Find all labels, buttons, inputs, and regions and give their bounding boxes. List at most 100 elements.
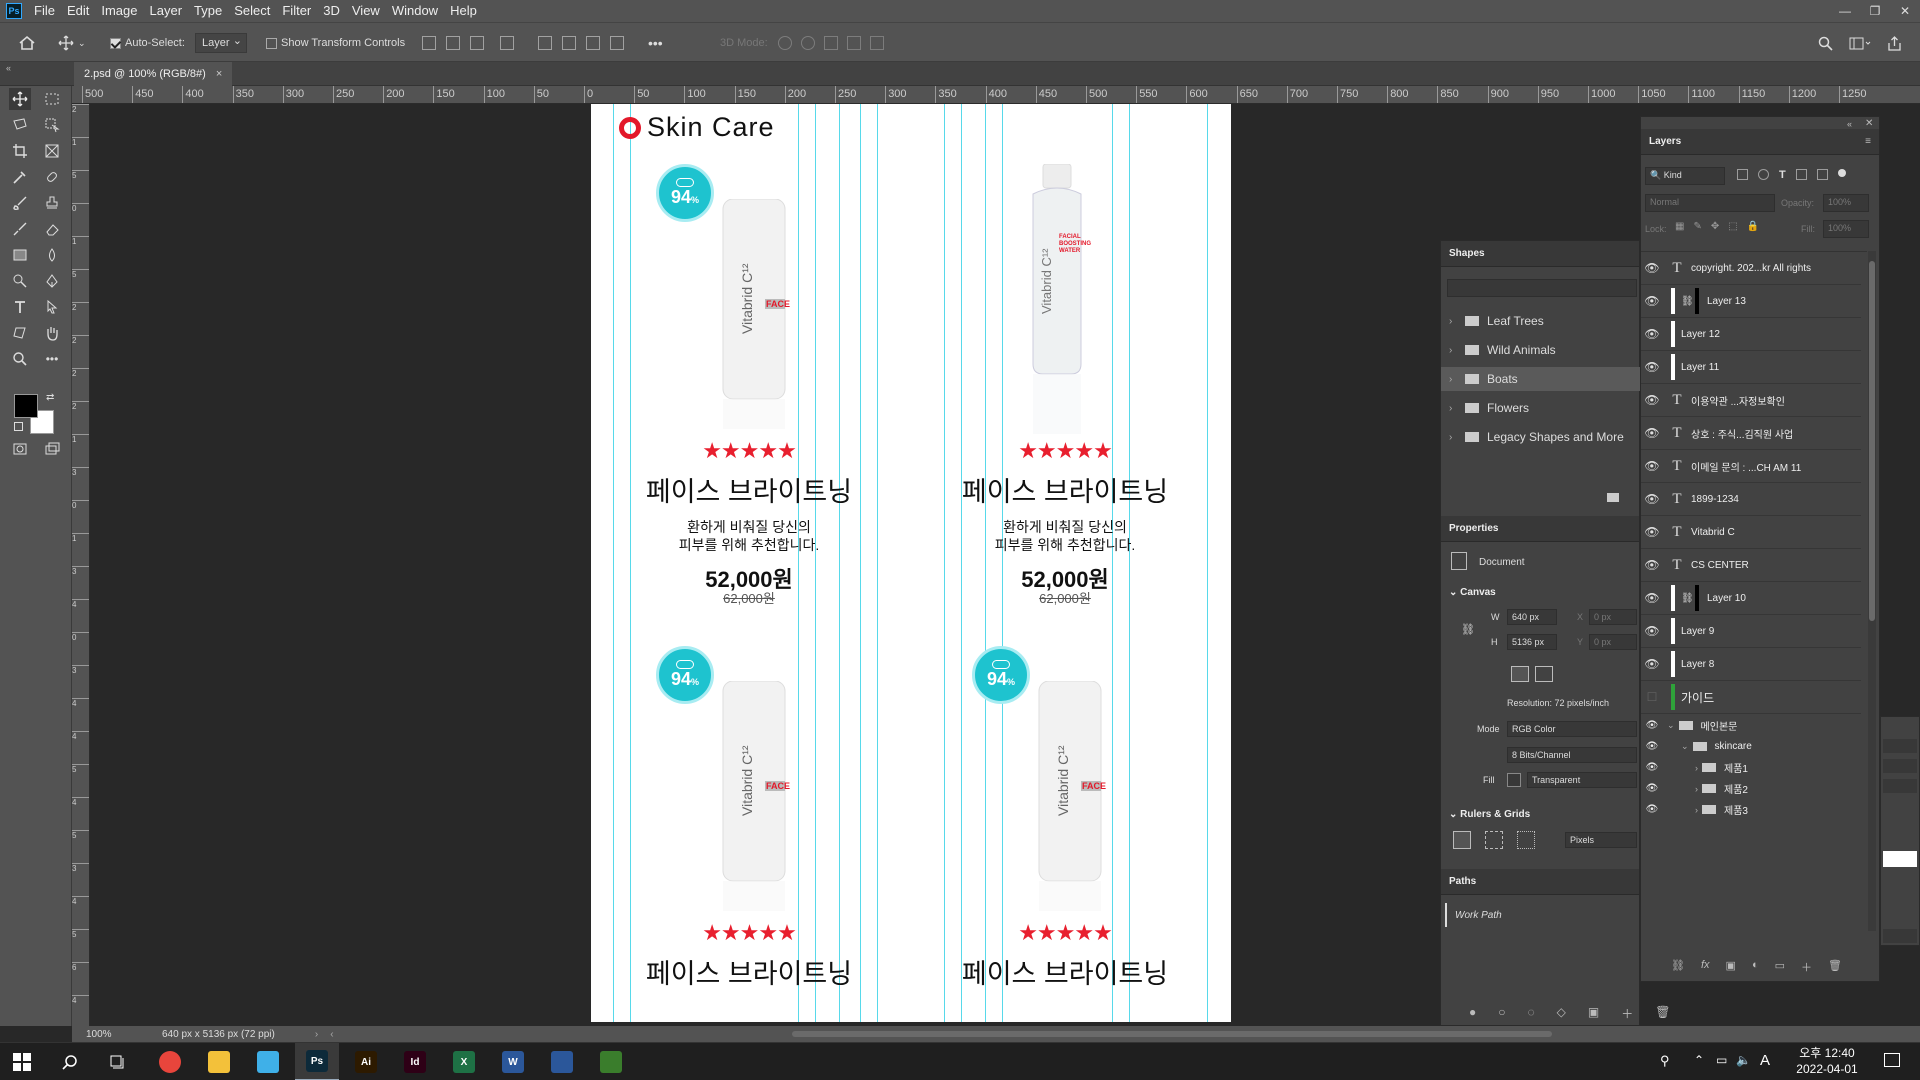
filter-adjustment-icon[interactable] [1758,169,1769,180]
clone-stamp-tool-icon[interactable] [41,192,63,214]
canvas-section-title[interactable]: ⌄ Canvas [1449,587,1496,598]
tray-overflow-icon[interactable]: ⌃ [1694,1053,1704,1067]
default-colors-icon[interactable] [14,422,23,431]
layer-row[interactable]: 👁 T 상호 : 주식...김직원 사업 [1641,417,1861,450]
visibility-eye-icon[interactable]: 👁 [1641,720,1663,731]
distribute-h-icon[interactable] [500,36,514,50]
taskbar-app-notepad-icon[interactable] [540,1043,584,1080]
dodge-tool-icon[interactable] [9,270,31,292]
make-path-icon[interactable]: ◇ [1557,1005,1566,1022]
work-path-row[interactable]: Work Path [1445,901,1639,929]
layers-scrollbar-thumb[interactable] [1869,261,1875,621]
more-options-icon[interactable]: ••• [648,35,663,51]
shapes-folder-legacy[interactable]: › Legacy Shapes and More [1441,425,1641,449]
windows-start-icon[interactable] [0,1043,44,1080]
menu-type[interactable]: Type [188,0,228,22]
grid-toggle-icon[interactable] [1485,831,1503,849]
menu-file[interactable]: File [28,0,61,22]
group-expand-icon[interactable]: ⌄ [1681,741,1689,752]
group-row[interactable]: 👁 › 제품3 [1641,799,1861,820]
menu-edit[interactable]: Edit [61,0,95,22]
workspace-icon[interactable] [1849,36,1871,51]
taskbar-app-excel-icon[interactable]: X [442,1043,486,1080]
document-tab[interactable]: 2.psd @ 100% (RGB/8#) × [74,62,233,86]
fill-dropdown[interactable]: Transparent [1527,772,1637,788]
eraser-tool-icon[interactable] [41,218,63,240]
visibility-eye-icon[interactable]: 👁 [1641,783,1663,794]
visibility-eye-icon[interactable]: ☐ [1641,690,1663,704]
3d-roll-icon[interactable] [801,36,815,50]
vertical-ruler[interactable]: 2 1 5 0 1 5 2 2 2 2 1 3 0 1 3 4 0 3 4 4 5 4 5 3 4 5 6 4 [72,104,90,1026]
layer-filter-kind-dropdown[interactable]: 🔍 Kind [1645,167,1725,185]
layer-row[interactable]: 👁 T Vitabrid C [1641,516,1861,549]
people-icon[interactable]: ⚲ [1660,1053,1670,1069]
group-row[interactable]: 👁 ⌄ 메인본문 [1641,715,1861,736]
document-info[interactable]: 640 px x 5136 px (72 ppi) [162,1029,275,1040]
3d-pan-icon[interactable] [824,36,838,50]
group-row[interactable]: 👁 ⌄ skincare [1641,736,1861,757]
filter-shape-icon[interactable] [1795,169,1807,180]
ps-logo[interactable]: Ps [6,3,22,19]
canvas-width-field[interactable]: 640 px [1507,609,1557,625]
path-selection-tool-icon[interactable] [41,296,63,318]
layer-row[interactable]: 👁 Layer 8 [1641,648,1861,681]
menu-select[interactable]: Select [228,0,276,22]
taskbar-app-word-icon[interactable]: W [491,1043,535,1080]
lasso-tool-icon[interactable] [9,114,31,136]
shapes-folder-leaf-trees[interactable]: › Leaf Trees [1441,309,1641,333]
visibility-eye-icon[interactable]: 👁 [1641,492,1663,506]
filter-smart-object-icon[interactable] [1816,169,1828,180]
visibility-eye-icon[interactable]: 👁 [1641,360,1663,374]
visibility-eye-icon[interactable]: 👁 [1641,294,1663,308]
visibility-eye-icon[interactable]: 👁 [1641,558,1663,572]
align-left-icon[interactable] [422,36,436,50]
taskbar-app-photoshop-icon[interactable]: Ps [295,1043,339,1080]
shapes-folder-flowers[interactable]: › Flowers [1441,396,1641,420]
group-expand-icon[interactable]: › [1695,763,1698,773]
close-icon[interactable]: ✕ [1890,0,1920,22]
gradient-tool-icon[interactable] [9,244,31,266]
clock[interactable]: 오후 12:40 2022-04-01 [1782,1045,1872,1077]
restore-icon[interactable]: ❐ [1860,0,1890,22]
menu-window[interactable]: Window [386,0,444,22]
align-center-h-icon[interactable] [446,36,460,50]
link-dimensions-icon[interactable]: ⛓ [1461,623,1475,636]
fill-swatch[interactable] [1507,773,1521,787]
auto-select-checkbox[interactable]: Auto-Select: [110,23,185,63]
layer-row[interactable]: 👁 ⛓ Layer 13 [1641,285,1861,318]
layer-row[interactable]: 👁 T 이메일 문의 : ...CH AM 11 [1641,450,1861,483]
portrait-orientation-icon[interactable] [1511,666,1529,682]
3d-camera-icon[interactable] [870,36,884,50]
new-group-icon[interactable]: ▭ [1775,959,1785,975]
frame-tool-icon[interactable] [41,140,63,162]
layer-row[interactable]: 👁 Layer 11 [1641,351,1861,384]
move-tool-preset-icon[interactable]: ⌄ [58,23,86,63]
distribute-v-icon[interactable] [610,36,624,50]
layer-row[interactable]: 👁 T 이용약관 ...자정보확인 [1641,384,1861,417]
visibility-eye-icon[interactable]: 👁 [1641,261,1663,275]
pen-tool-icon[interactable] [41,270,63,292]
layer-row[interactable]: 👁 Layer 12 [1641,318,1861,351]
visibility-eye-icon[interactable]: 👁 [1641,591,1663,605]
notifications-icon[interactable] [1884,1053,1900,1067]
horizontal-ruler[interactable]: 500 450 400 350 300 250 200 150 100 50 0 50 100 150 20… [72,86,1920,104]
lock-artboard-icon[interactable]: ⬚ [1728,221,1737,232]
layer-row[interactable]: ☐ 가이드 [1641,681,1861,714]
delete-path-icon[interactable]: 🗑 [1655,1005,1670,1022]
group-expand-icon[interactable]: › [1695,805,1698,815]
add-mask-icon[interactable]: ▣ [1588,1005,1599,1022]
layer-row[interactable]: 👁 T CS CENTER [1641,549,1861,582]
network-icon[interactable]: ▭ [1716,1053,1727,1067]
foreground-color-swatch[interactable] [14,394,38,418]
collapsed-field[interactable] [1883,929,1917,943]
shapes-folder-wild-animals[interactable]: › Wild Animals [1441,338,1641,362]
align-right-icon[interactable] [470,36,484,50]
lock-all-icon[interactable]: 🔒 [1747,221,1759,232]
document-tab-close-icon[interactable]: × [216,68,222,80]
edit-toolbar-icon[interactable]: ••• [41,348,63,370]
filter-toggle-icon[interactable] [1837,169,1846,177]
canvas-height-field[interactable]: 5136 px [1507,634,1557,650]
align-top-icon[interactable] [538,36,552,50]
layers-scrollbar[interactable] [1868,251,1876,931]
healing-brush-tool-icon[interactable] [41,166,63,188]
